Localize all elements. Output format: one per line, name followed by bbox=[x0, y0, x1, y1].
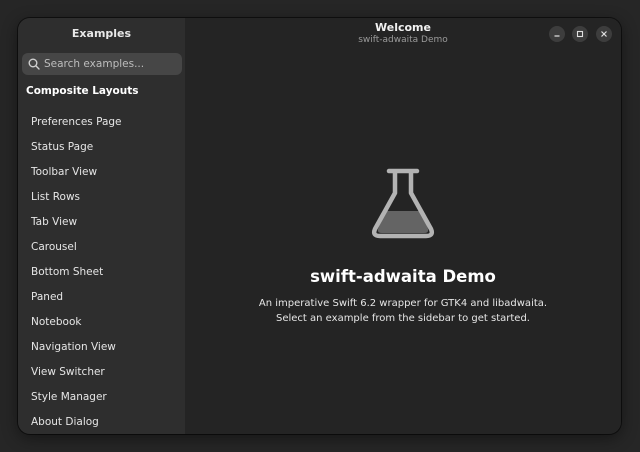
app-window: Examples Composite Layouts Preferences P… bbox=[18, 18, 621, 434]
close-icon bbox=[601, 31, 607, 37]
status-description-line-2: Select an example from the sidebar to ge… bbox=[276, 313, 530, 324]
status-description-line-1: An imperative Swift 6.2 wrapper for GTK4… bbox=[258, 298, 548, 309]
sidebar-item-notebook[interactable]: Notebook bbox=[31, 310, 181, 334]
flask-icon bbox=[371, 168, 435, 239]
sidebar-item-about-dialog[interactable]: About Dialog bbox=[31, 410, 181, 434]
sidebar-item-carousel[interactable]: Carousel bbox=[31, 235, 181, 259]
maximize-icon bbox=[576, 30, 584, 38]
content-area: Welcome swift-adwaita Demo swift-adwaita… bbox=[185, 18, 621, 434]
sidebar-item-preferences-page[interactable]: Preferences Page bbox=[31, 110, 181, 134]
search-icon bbox=[28, 58, 40, 70]
close-button[interactable] bbox=[596, 26, 612, 42]
status-title: swift-adwaita Demo bbox=[310, 267, 496, 286]
maximize-button[interactable] bbox=[572, 26, 588, 42]
sidebar-item-list-rows[interactable]: List Rows bbox=[31, 185, 181, 209]
minimize-button[interactable] bbox=[549, 26, 565, 42]
sidebar-item-bottom-sheet[interactable]: Bottom Sheet bbox=[31, 260, 181, 284]
sidebar-item-status-page[interactable]: Status Page bbox=[31, 135, 181, 159]
sidebar-item-navigation-view[interactable]: Navigation View bbox=[31, 335, 181, 359]
sidebar-item-view-switcher[interactable]: View Switcher bbox=[31, 360, 181, 384]
sidebar-item-style-manager[interactable]: Style Manager bbox=[31, 385, 181, 409]
minimize-icon bbox=[554, 35, 560, 37]
sidebar-item-toolbar-view[interactable]: Toolbar View bbox=[31, 160, 181, 184]
sidebar: Examples Composite Layouts Preferences P… bbox=[18, 18, 185, 434]
search-bar[interactable] bbox=[22, 53, 182, 75]
section-header-composite-layouts: Composite Layouts bbox=[26, 85, 139, 97]
sidebar-item-tab-view[interactable]: Tab View bbox=[31, 210, 181, 234]
sidebar-title: Examples bbox=[71, 27, 132, 40]
sidebar-item-paned[interactable]: Paned bbox=[31, 285, 181, 309]
status-description: An imperative Swift 6.2 wrapper for GTK4… bbox=[185, 296, 621, 326]
search-input[interactable] bbox=[44, 53, 178, 75]
